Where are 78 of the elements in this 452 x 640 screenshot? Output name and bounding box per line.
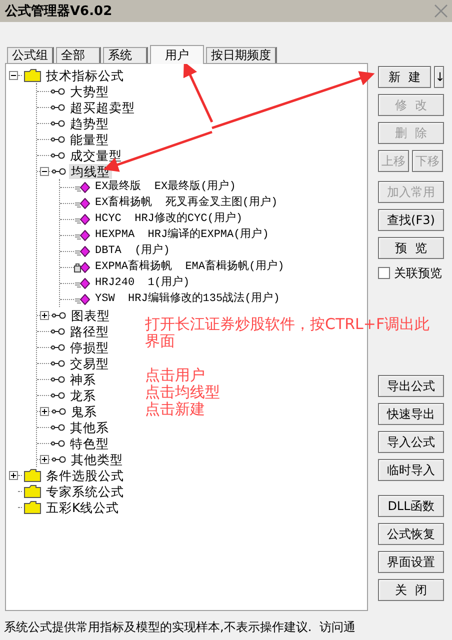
key-icon	[51, 344, 65, 350]
collapse-icon[interactable]	[9, 70, 18, 80]
tab[interactable]: 全部	[56, 47, 101, 63]
key-icon	[51, 376, 65, 382]
key-icon	[51, 424, 65, 430]
tree-item[interactable]: 特色型	[68, 436, 111, 450]
status-text: 系统公式提供常用指标及模型的实现样本,不表示操作建议. 访问通	[3, 618, 356, 636]
folder-icon	[24, 500, 41, 514]
button[interactable]: 预 览	[378, 237, 444, 259]
key-icon	[51, 136, 65, 142]
tree-item[interactable]: 技术指标公式	[44, 68, 126, 82]
tree-item[interactable]: HCYC HRJ修改的CYC(用户)	[93, 212, 244, 226]
annotation-text: 点击均线型	[145, 384, 220, 401]
tree-item[interactable]: 超买超卖型	[68, 100, 137, 114]
button[interactable]: 导出公式	[378, 375, 444, 397]
tree-item[interactable]: 图表型	[69, 308, 112, 322]
key-icon	[51, 88, 65, 94]
tree-item[interactable]: 能量型	[68, 132, 111, 146]
new-button[interactable]: 新 建	[378, 66, 431, 88]
expand-icon[interactable]	[40, 310, 49, 320]
tree-item[interactable]: 交易型	[68, 356, 111, 370]
window-title: 公式管理器V6.02	[5, 3, 112, 20]
button[interactable]: 公式恢复	[378, 523, 444, 545]
annotation-text: 打开长江证券炒股软件，按CTRL+F调出此	[145, 316, 430, 333]
key-icon	[51, 328, 65, 334]
annotation-text: 界面	[145, 333, 175, 350]
tree-item[interactable]: 其他系	[68, 420, 111, 434]
tab[interactable]: 系统	[103, 47, 148, 63]
folder-icon	[24, 468, 41, 482]
tree-item[interactable]: 趋势型	[68, 116, 111, 130]
dropdown-button[interactable]: ↓	[434, 66, 444, 88]
key-icon	[52, 408, 66, 414]
tree-item[interactable]: 其他类型	[69, 452, 125, 466]
tree-item[interactable]: EX畜楫扬帆 死叉再金叉主图(用户)	[93, 196, 280, 210]
tree-item[interactable]: 条件选股公式	[44, 468, 126, 482]
tree-item[interactable]: 五彩K线公式	[44, 500, 122, 514]
key-icon	[51, 360, 65, 366]
key-icon	[51, 440, 65, 446]
key-icon	[52, 168, 66, 174]
tab[interactable]: 公式组	[7, 47, 54, 63]
folder-icon	[24, 484, 41, 498]
tree-item[interactable]: 龙系	[68, 388, 98, 402]
tree-item[interactable]: 停损型	[68, 340, 111, 354]
expand-icon[interactable]	[40, 454, 49, 464]
key-icon	[51, 152, 65, 158]
button[interactable]: DLL函数	[378, 495, 444, 517]
tree-item[interactable]: 路径型	[68, 324, 111, 338]
tree-item[interactable]: 专家系统公式	[44, 484, 126, 498]
tree-item[interactable]: EXPMA畜楫扬帆 EMA畜楫扬帆(用户)	[93, 260, 286, 274]
tab[interactable]: 用户	[150, 45, 204, 64]
key-icon	[51, 120, 65, 126]
tree-item[interactable]: 神系	[68, 372, 98, 386]
button[interactable]: 界面设置	[378, 551, 444, 573]
tree-item[interactable]: HRJ240 1(用户)	[93, 276, 192, 290]
tree-item[interactable]: EX最终版 EX最终版(用户)	[93, 180, 238, 194]
tree-item[interactable]: 大势型	[68, 84, 111, 98]
tree-item[interactable]: YSW HRJ编辑修改的135战法(用户)	[93, 292, 282, 306]
folder-icon	[24, 68, 41, 82]
tree-item[interactable]: HEXPMA HRJ编译的EXPMA(用户)	[93, 228, 271, 242]
button[interactable]: 临时导入	[378, 459, 444, 481]
button[interactable]: 查找(F3)	[378, 209, 444, 231]
tree-item[interactable]: 鬼系	[69, 404, 99, 418]
key-icon	[51, 104, 65, 110]
key-icon	[52, 456, 66, 462]
tab[interactable]: 按日期频度	[206, 47, 277, 63]
expand-icon[interactable]	[9, 470, 18, 480]
button[interactable]: 快速导出	[378, 403, 444, 425]
checkbox[interactable]	[378, 267, 390, 279]
annotation-text: 点击用户	[145, 367, 205, 384]
button[interactable]: 关 闭	[378, 579, 444, 601]
button[interactable]: 导入公式	[378, 431, 444, 453]
checkbox-label: 关联预览	[394, 264, 442, 282]
annotation-text: 点击新建	[145, 401, 205, 418]
collapse-icon[interactable]	[40, 166, 49, 176]
expand-icon[interactable]	[40, 406, 49, 416]
tree-item[interactable]: DBTA (用户)	[93, 244, 172, 258]
key-icon	[52, 312, 66, 318]
key-icon	[51, 392, 65, 398]
